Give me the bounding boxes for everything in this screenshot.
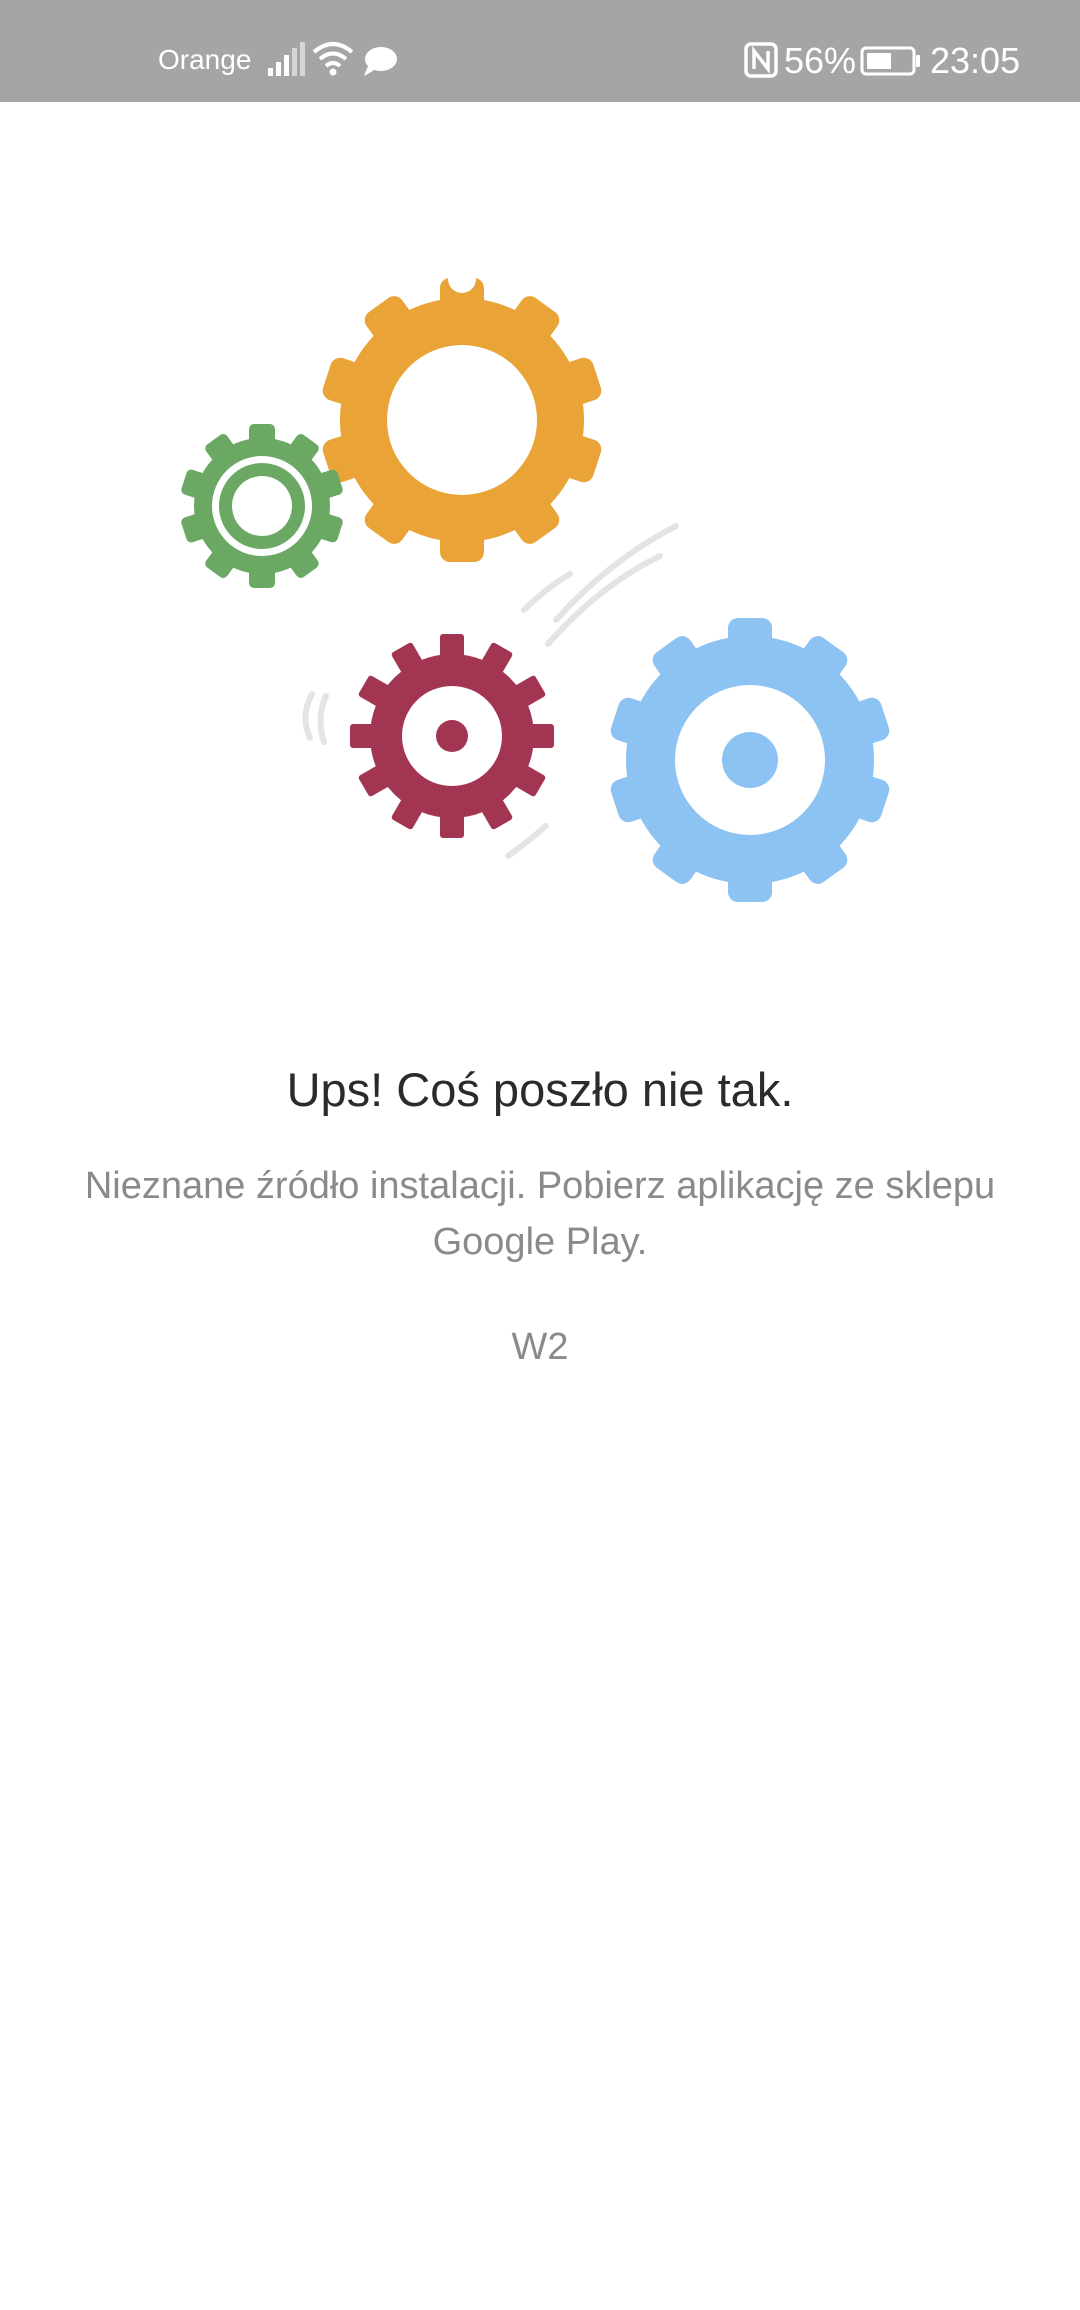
- error-message: Nieznane źródło instalacji. Pobierz apli…: [84, 1165, 996, 1263]
- red-gear-icon: [350, 634, 554, 838]
- green-gear-icon: [181, 424, 343, 588]
- chat-bubble-icon: [362, 46, 398, 83]
- nfc-icon: [744, 42, 778, 83]
- error-title: Ups! Coś poszło nie tak.: [286, 1063, 794, 1116]
- signal-icon: [266, 42, 306, 81]
- error-code: W2: [511, 1326, 569, 1368]
- orange-gear-icon: [307, 265, 617, 569]
- carrier-label: Orange: [158, 44, 252, 75]
- status-bar: Orange 56% 23:05: [0, 0, 1080, 102]
- battery-icon: [860, 46, 922, 81]
- wifi-icon: [312, 40, 354, 81]
- battery-percent: 56%: [784, 40, 857, 81]
- gears-illustration: [0, 102, 1080, 962]
- clock: 23:05: [930, 40, 1021, 81]
- blue-gear-icon: [595, 611, 905, 909]
